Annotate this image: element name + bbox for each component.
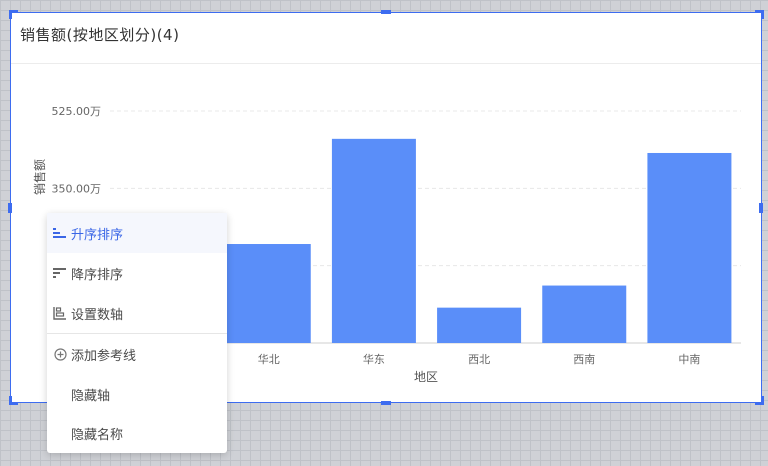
menu-item-sort-ascending[interactable]: 升序排序 bbox=[47, 213, 227, 253]
y-tick-label: 525.00万 bbox=[52, 105, 102, 118]
menu-item-label: 降序排序 bbox=[71, 267, 124, 283]
menu-item-label: 升序排序 bbox=[71, 227, 124, 243]
menu-item-hide-name[interactable]: 隐藏名称 bbox=[47, 413, 227, 453]
axis-settings-icon bbox=[53, 306, 67, 320]
bar[interactable] bbox=[542, 285, 627, 343]
sort-ascending-icon bbox=[53, 226, 67, 240]
menu-item-add-reference-line[interactable]: 添加参考线 bbox=[47, 334, 227, 374]
menu-item-hide-axis[interactable]: 隐藏轴 bbox=[47, 374, 227, 414]
y-axis-label: 销售额 bbox=[33, 158, 47, 195]
sort-descending-icon bbox=[53, 266, 67, 280]
menu-item-axis-settings[interactable]: 设置数轴 bbox=[47, 293, 227, 333]
context-menu: 升序排序 降序排序 设置数轴 添加参考线 隐藏轴 隐藏名称 bbox=[47, 213, 227, 453]
x-tick-label: 华东 bbox=[363, 352, 385, 366]
y-tick-label: 350.00万 bbox=[52, 182, 102, 195]
menu-item-label: 添加参考线 bbox=[71, 348, 137, 364]
menu-item-sort-descending[interactable]: 降序排序 bbox=[47, 253, 227, 293]
x-tick-label: 华北 bbox=[258, 352, 280, 366]
bar[interactable] bbox=[437, 307, 522, 343]
bar[interactable] bbox=[331, 138, 416, 343]
bar[interactable] bbox=[647, 152, 732, 343]
x-tick-label: 西北 bbox=[468, 353, 490, 366]
menu-item-label: 隐藏轴 bbox=[71, 388, 111, 404]
x-tick-label: 西南 bbox=[573, 353, 595, 366]
menu-item-label: 设置数轴 bbox=[71, 307, 124, 323]
x-tick-label: 中南 bbox=[678, 353, 700, 366]
menu-item-label: 隐藏名称 bbox=[71, 427, 124, 443]
x-axis-label: 地区 bbox=[414, 370, 438, 384]
add-circle-icon bbox=[53, 347, 67, 361]
bar[interactable] bbox=[226, 244, 311, 343]
